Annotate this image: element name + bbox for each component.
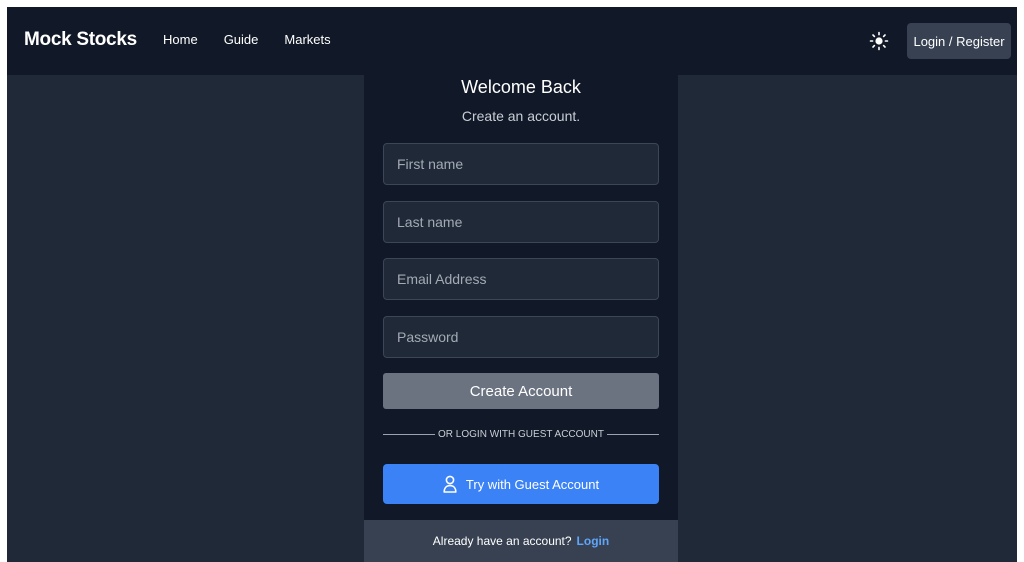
login-link[interactable]: Login — [577, 534, 610, 548]
guest-button-label: Try with Guest Account — [465, 476, 600, 492]
signup-card: Welcome Back Create an account. Create A… — [364, 75, 678, 562]
sun-icon-glyph — [869, 31, 889, 51]
password-input[interactable] — [383, 316, 659, 358]
nav-link-home[interactable]: Home — [163, 32, 198, 47]
footer-text: Already have an account? — [432, 534, 572, 548]
guest-account-button[interactable]: Try with Guest Account — [383, 464, 659, 504]
login-footer: Already have an account? Login — [364, 520, 678, 562]
nav-link-markets[interactable]: Markets — [284, 32, 330, 47]
sun-icon[interactable] — [869, 31, 889, 51]
nav-links: Home Guide Markets — [163, 32, 331, 47]
divider-text: OR LOGIN WITH GUEST ACCOUNT — [438, 428, 604, 440]
app-frame: Mock Stocks Home Guide Markets Login / R… — [7, 7, 1017, 562]
last-name-input[interactable] — [383, 201, 659, 243]
nav-link-guide[interactable]: Guide — [224, 32, 259, 47]
divider-line-left — [383, 433, 436, 435]
form-title: Welcome Back — [461, 77, 581, 97]
user-icon — [443, 475, 457, 493]
or-divider: OR LOGIN WITH GUEST ACCOUNT — [383, 427, 659, 441]
login-register-button[interactable]: Login / Register — [907, 23, 1011, 59]
brand-logo[interactable]: Mock Stocks — [24, 29, 137, 51]
first-name-input[interactable] — [383, 143, 659, 185]
form-subtitle: Create an account. — [461, 108, 581, 124]
email-input[interactable] — [383, 258, 659, 300]
divider-line-right — [606, 433, 659, 435]
navbar: Mock Stocks Home Guide Markets Login / R… — [7, 7, 1017, 75]
create-account-button[interactable]: Create Account — [383, 373, 659, 409]
